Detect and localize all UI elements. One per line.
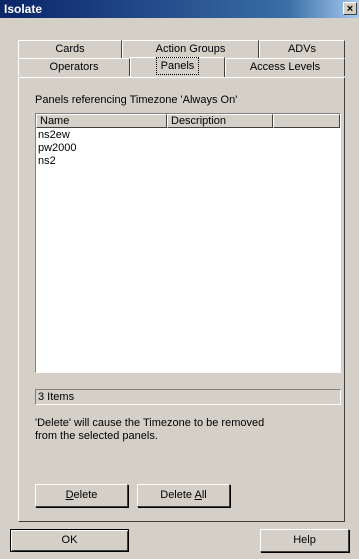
row-name: pw2000 [38,142,77,154]
tab-cards[interactable]: Cards [18,40,122,58]
delete-all-button[interactable]: Delete All [137,484,230,507]
help-text: 'Delete' will cause the Timezone to be r… [35,417,264,443]
tab-access-levels[interactable]: Access Levels [225,58,345,76]
help-button[interactable]: Help [260,529,349,552]
status-bar: 3 Items [35,389,341,405]
close-button[interactable]: × [343,2,357,15]
tab-panels[interactable]: Panels [130,57,225,77]
delete-button[interactable]: Delete [35,484,128,507]
tab-label: Panels [155,57,200,75]
list-item[interactable]: ns2ew [38,129,70,142]
button-label-prefix: Delete [160,489,195,501]
button-mnemonic: D [65,489,74,501]
ok-label: OK [61,534,78,546]
close-icon: × [346,3,354,15]
tab-label: ADVs [287,43,317,55]
panels-heading: Panels referencing Timezone 'Always On' [35,94,238,106]
row-name: ns2ew [38,129,70,141]
tab-label: Cards [55,43,85,55]
tab-advs[interactable]: ADVs [259,40,345,58]
column-header-filler [273,114,340,128]
tab-label: Operators [49,61,99,73]
button-label-suffix: ll [201,489,207,501]
tab-operators[interactable]: Operators [18,58,130,76]
button-label-suffix: elete [73,489,98,501]
tab-label: Access Levels [249,61,321,73]
tab-label: Action Groups [155,43,226,55]
window-title: Isolate [4,2,43,16]
list-item[interactable]: ns2 [38,155,56,168]
panels-list[interactable]: Name Description ns2ew pw2000 ns2 [35,113,341,373]
help-line: 'Delete' will cause the Timezone to be r… [35,417,265,429]
row-name: ns2 [38,155,56,167]
column-header-description[interactable]: Description [167,114,273,128]
column-header-name[interactable]: Name [36,114,167,128]
help-line: from the selected panels. [35,430,158,442]
button-mnemonic: A [194,489,202,501]
help-label: Help [293,534,316,546]
list-item[interactable]: pw2000 [38,142,77,155]
tab-action-groups[interactable]: Action Groups [122,40,259,58]
title-bar: Isolate × [0,0,359,18]
ok-button[interactable]: OK [10,529,129,552]
